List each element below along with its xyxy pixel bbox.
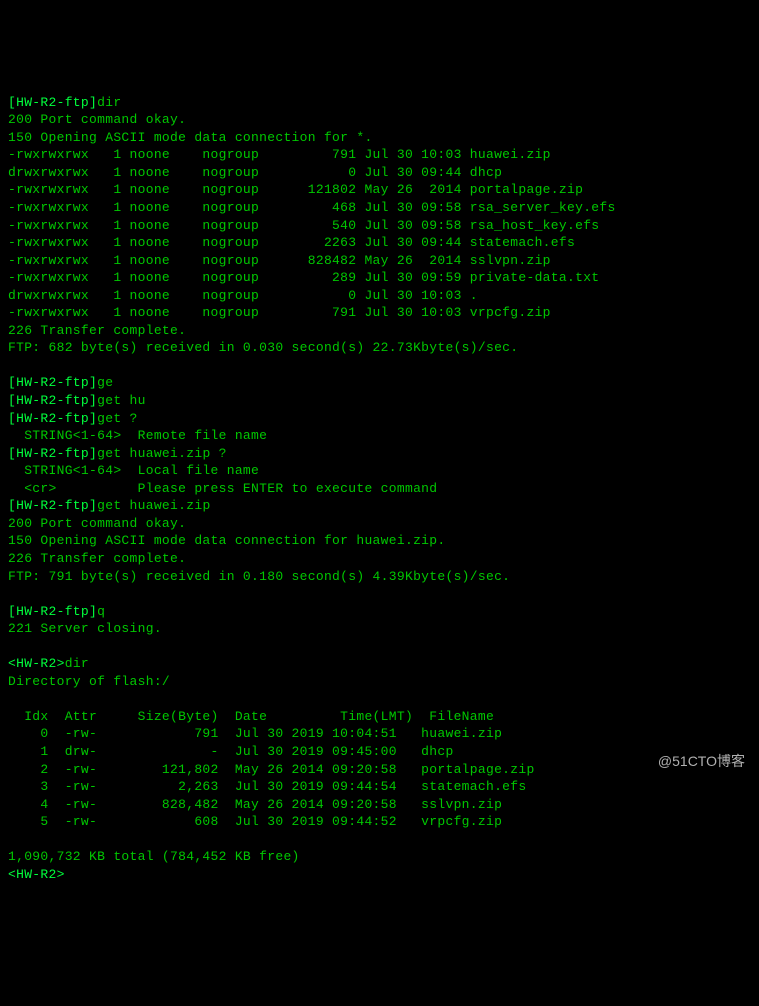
cmd-get-q: get ? [97, 411, 138, 426]
resp-port-ok: 200 Port command okay. [8, 516, 186, 531]
ftp-prompt: [HW-R2-ftp] [8, 498, 97, 513]
cmd-get-hz: get huawei.zip [97, 498, 210, 513]
resp-close: 221 Server closing. [8, 621, 162, 636]
cmd-dir: dir [65, 656, 89, 671]
help-remote: STRING<1-64> Remote file name [8, 428, 267, 443]
ftp-prompt: [HW-R2-ftp] [8, 411, 97, 426]
watermark: @51CTO博客 [658, 752, 745, 771]
resp-ftp-stat2: FTP: 791 byte(s) received in 0.180 secon… [8, 569, 510, 584]
cmd-get-hz-q: get huawei.zip ? [97, 446, 227, 461]
help-local: STRING<1-64> Local file name [8, 463, 259, 478]
resp-open-hz: 150 Opening ASCII mode data connection f… [8, 533, 445, 548]
flash-header: Idx Attr Size(Byte) Date Time(LMT) FileN… [8, 708, 751, 726]
ftp-prompt: [HW-R2-ftp] [8, 604, 97, 619]
ftp-prompt: [HW-R2-ftp] [8, 95, 97, 110]
resp-ftp-stat1: FTP: 682 byte(s) received in 0.030 secon… [8, 340, 518, 355]
resp-xfer-done: 226 Transfer complete. [8, 551, 186, 566]
resp-xfer-done: 226 Transfer complete. [8, 323, 186, 338]
help-cr: <cr> Please press ENTER to execute comma… [8, 481, 437, 496]
ftp-prompt: [HW-R2-ftp] [8, 393, 97, 408]
cmd-get-hu: get hu [97, 393, 146, 408]
local-prompt: <HW-R2> [8, 867, 65, 882]
resp-open-any: 150 Opening ASCII mode data connection f… [8, 130, 373, 145]
ftp-prompt: [HW-R2-ftp] [8, 446, 97, 461]
cmd-ge: ge [97, 375, 113, 390]
ftp-prompt: [HW-R2-ftp] [8, 375, 97, 390]
resp-port-ok: 200 Port command okay. [8, 112, 186, 127]
local-prompt: <HW-R2> [8, 656, 65, 671]
cmd-dir: dir [97, 95, 121, 110]
flash-listing: 0 -rw- 791 Jul 30 2019 10:04:51 huawei.z… [8, 725, 751, 830]
ftp-listing: -rwxrwxrwx 1 noone nogroup 791 Jul 30 10… [8, 146, 751, 321]
dir-of-flash: Directory of flash:/ [8, 674, 170, 689]
total-line: 1,090,732 KB total (784,452 KB free) [8, 849, 300, 864]
cmd-q: q [97, 604, 105, 619]
terminal-output[interactable]: [HW-R2-ftp]dir 200 Port command okay. 15… [8, 76, 751, 883]
